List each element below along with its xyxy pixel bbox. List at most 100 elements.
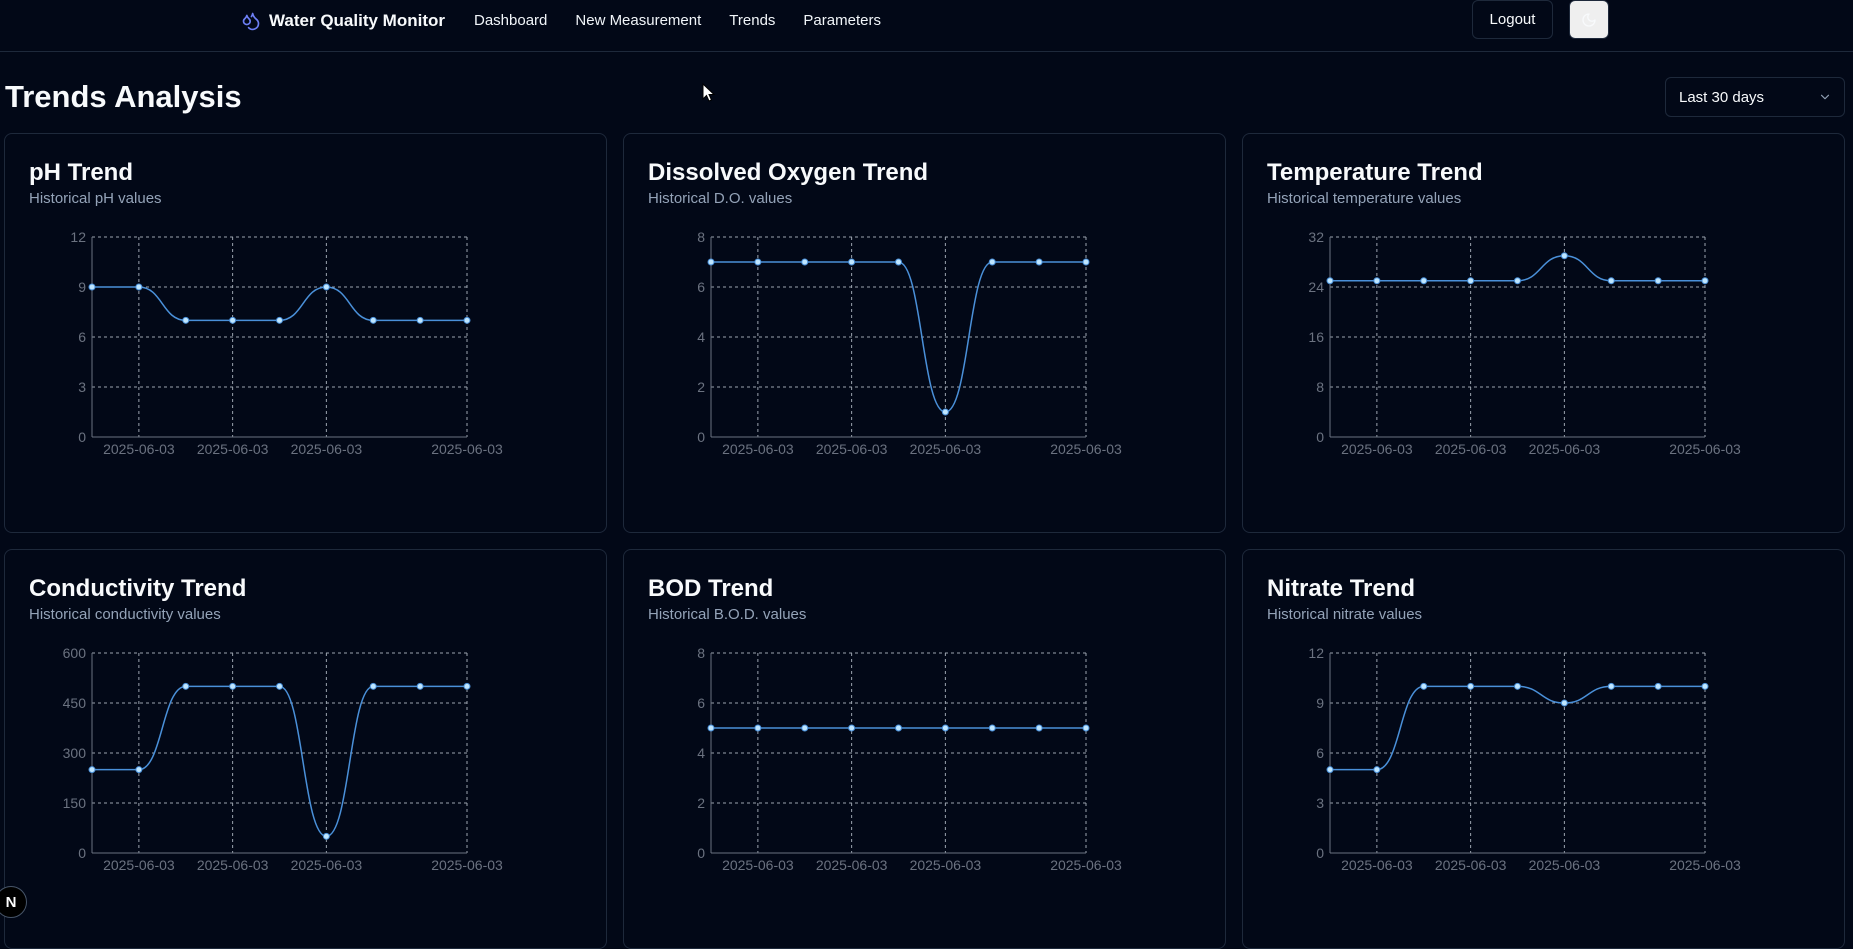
data-point — [848, 724, 856, 732]
chevron-down-icon — [1820, 94, 1830, 100]
dissolved-oxygen-trend-card: Dissolved Oxygen Trend Historical D.O. v… — [623, 133, 1226, 533]
y-tick-label: 6 — [78, 329, 86, 345]
series-line — [1330, 254, 1705, 282]
data-point — [1326, 766, 1334, 774]
temperature-trend-card: Temperature Trend Historical temperature… — [1242, 133, 1845, 533]
data-point — [941, 408, 949, 416]
x-tick-label: 2025-06-03 — [1341, 441, 1413, 457]
data-point — [1467, 277, 1475, 285]
data-point — [1373, 766, 1381, 774]
x-tick-label: 2025-06-03 — [431, 441, 503, 457]
y-tick-label: 0 — [697, 845, 705, 861]
date-range-select[interactable]: Last 30 days — [1665, 77, 1845, 117]
data-point — [229, 682, 237, 690]
data-point — [707, 258, 715, 266]
data-point — [1654, 277, 1662, 285]
data-point — [1035, 724, 1043, 732]
x-tick-label: 2025-06-03 — [722, 441, 794, 457]
y-tick-label: 0 — [1316, 429, 1324, 445]
ph-trend-chart: 0 3 6 9 12 2025-06-03 2025-06-03 2025-06-03 2025… — [70, 229, 503, 457]
brand[interactable]: Water Quality Monitor — [241, 11, 445, 31]
y-tick-label: 9 — [78, 279, 86, 295]
conductivity-trend-card: Conductivity Trend Historical conductivi… — [4, 549, 607, 949]
y-tick-label: 6 — [697, 279, 705, 295]
data-point — [1326, 277, 1334, 285]
x-tick-label: 2025-06-03 — [1435, 857, 1507, 873]
nav-trends[interactable]: Trends — [729, 11, 775, 31]
data-point — [135, 766, 143, 774]
data-point — [801, 724, 809, 732]
data-point — [1082, 258, 1090, 266]
y-tick-label: 0 — [78, 429, 86, 445]
y-tick-label: 300 — [63, 745, 87, 761]
page-title: Trends Analysis — [5, 79, 242, 114]
data-point — [1654, 682, 1662, 690]
nav-new-measurement[interactable]: New Measurement — [575, 11, 701, 31]
data-point — [848, 258, 856, 266]
data-point — [801, 258, 809, 266]
conductivity-trend-chart: 0 150 300 450 600 2025-06-03 2025-06-03 2025-06… — [63, 645, 503, 873]
series-line — [92, 286, 467, 322]
nav-dashboard[interactable]: Dashboard — [474, 11, 547, 31]
y-tick-label: 32 — [1308, 229, 1324, 245]
theme-toggle-button[interactable] — [1569, 0, 1609, 39]
data-point — [416, 682, 424, 690]
temperature-trend-chart: 0 8 16 24 32 2025-06-03 2025-06-03 2025-06-03 20… — [1308, 229, 1741, 457]
data-point — [1607, 682, 1615, 690]
x-tick-label: 2025-06-03 — [291, 441, 363, 457]
series-line — [92, 685, 467, 838]
y-tick-label: 0 — [78, 845, 86, 861]
x-tick-label: 2025-06-03 — [197, 441, 269, 457]
data-point — [1514, 277, 1521, 285]
x-tick-label: 2025-06-03 — [1050, 857, 1122, 873]
y-tick-label: 12 — [1308, 645, 1324, 661]
y-tick-label: 3 — [78, 379, 86, 395]
main-nav: Dashboard New Measurement Trends Paramet… — [474, 11, 881, 31]
y-tick-label: 24 — [1308, 279, 1324, 295]
top-navbar: Water Quality Monitor Dashboard New Meas… — [0, 0, 1853, 52]
y-tick-label: 450 — [63, 695, 87, 711]
y-tick-label: 8 — [697, 229, 705, 245]
data-point — [1560, 252, 1568, 260]
x-tick-label: 2025-06-03 — [816, 857, 888, 873]
data-point — [229, 316, 237, 324]
x-tick-label: 2025-06-03 — [1050, 441, 1122, 457]
data-point — [754, 724, 762, 732]
data-point — [1560, 699, 1568, 707]
y-tick-label: 2 — [697, 379, 705, 395]
data-point — [369, 682, 377, 690]
y-tick-label: 16 — [1308, 329, 1324, 345]
data-point — [463, 316, 471, 324]
nav-parameters[interactable]: Parameters — [803, 11, 881, 31]
data-point — [88, 766, 96, 774]
data-point — [276, 316, 283, 324]
x-tick-label: 2025-06-03 — [1669, 857, 1741, 873]
x-tick-label: 2025-06-03 — [1341, 857, 1413, 873]
y-tick-label: 600 — [63, 645, 87, 661]
bod-trend-card: BOD Trend Historical B.O.D. values 02468… — [623, 549, 1226, 949]
data-point — [1514, 682, 1521, 690]
data-point — [941, 724, 949, 732]
data-point — [276, 682, 283, 690]
data-point — [88, 283, 96, 291]
y-tick-label: 0 — [1316, 845, 1324, 861]
x-tick-label: 2025-06-03 — [197, 857, 269, 873]
y-tick-label: 0 — [697, 429, 705, 445]
y-tick-label: 3 — [1316, 795, 1324, 811]
x-tick-label: 2025-06-03 — [103, 441, 175, 457]
data-point — [463, 682, 471, 690]
y-tick-label: 150 — [63, 795, 87, 811]
moon-icon — [1582, 12, 1596, 27]
data-point — [895, 258, 902, 266]
x-tick-label: 2025-06-03 — [910, 441, 982, 457]
data-point — [1420, 277, 1428, 285]
logout-button[interactable]: Logout — [1472, 0, 1553, 39]
data-point — [754, 258, 762, 266]
y-tick-label: 6 — [697, 695, 705, 711]
data-point — [707, 724, 715, 732]
dissolved-oxygen-trend-chart: 0 2 4 6 8 2025-06-03 2025-06-03 2025-06-03 2025-… — [697, 229, 1122, 457]
x-tick-label: 2025-06-03 — [431, 857, 503, 873]
data-point — [1082, 724, 1090, 732]
ph-trend-card: pH Trend Historical pH values 0 3 6 9 12 2025… — [4, 133, 607, 533]
brand-name: Water Quality Monitor — [269, 11, 445, 30]
